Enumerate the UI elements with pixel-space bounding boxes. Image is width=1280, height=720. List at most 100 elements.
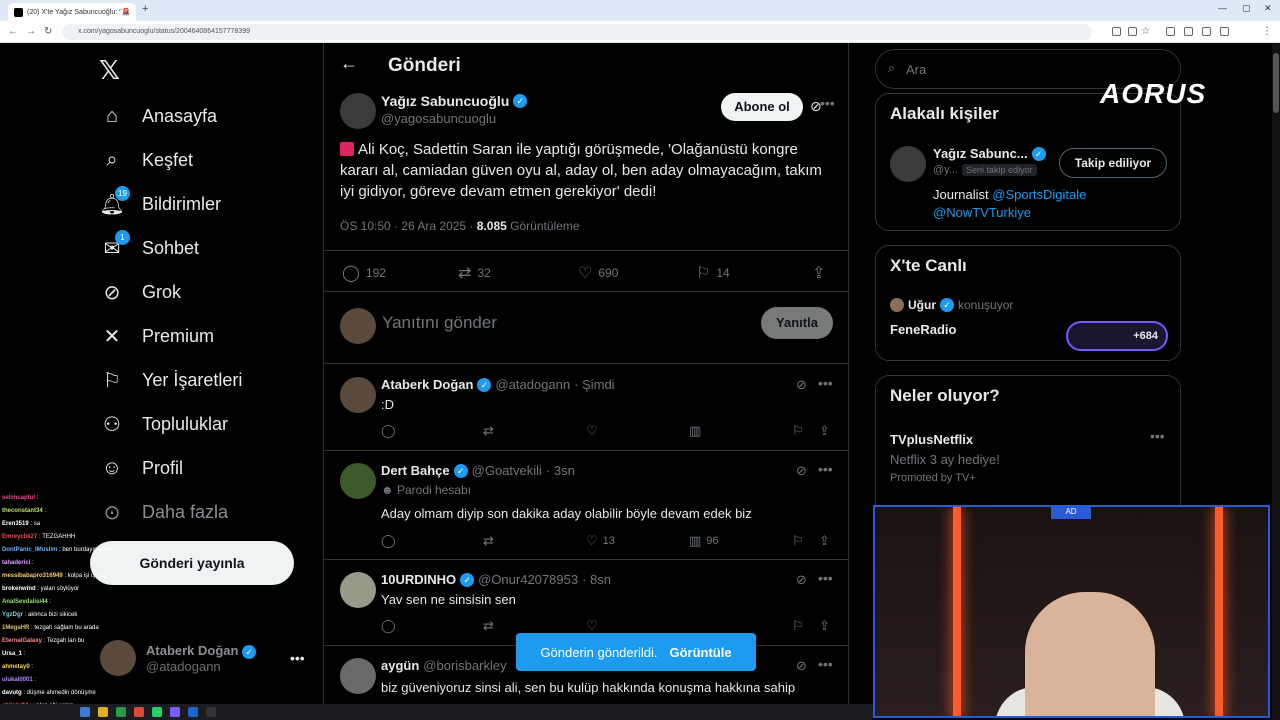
zoom-icon[interactable] [1128, 27, 1137, 36]
nav-item-grok[interactable]: ⊘ Grok [100, 278, 181, 306]
bookmark-icon[interactable]: ⚐ [792, 533, 804, 549]
account-more-icon[interactable]: ••• [290, 650, 305, 666]
live-host[interactable]: Uğur ✓ konuşuyor [890, 298, 1013, 312]
nav-item-profile[interactable]: ☺ Profil [100, 454, 183, 482]
repost-action[interactable]: ⇄ 32 [458, 263, 491, 283]
author-name[interactable]: Yağız Sabuncuoğlu [381, 93, 509, 109]
heart-icon[interactable]: ♡ [586, 618, 598, 634]
grok-icon[interactable]: ⊘ [796, 463, 807, 479]
new-tab-icon[interactable]: + [142, 3, 148, 15]
folder-icon[interactable] [98, 707, 108, 717]
avatar[interactable] [340, 93, 376, 129]
repost-icon[interactable]: ⇄ [483, 423, 494, 439]
related-name[interactable]: Yağız Sabunc... [933, 146, 1028, 161]
close-tab-icon[interactable]: ✕ [123, 8, 130, 17]
grok-icon[interactable]: ⊘ [796, 658, 807, 674]
menu-icon[interactable]: ⋮ [1262, 26, 1272, 37]
extension3-icon[interactable] [1202, 27, 1211, 36]
nav-item-notifications[interactable]: 🔔︎ 19 Bildirimler [99, 186, 221, 218]
grok-icon[interactable]: ⊘ [796, 572, 807, 588]
comment-icon[interactable]: ◯ [381, 533, 396, 549]
live-title[interactable]: FeneRadio [890, 322, 956, 337]
extension-icon[interactable] [1112, 27, 1121, 36]
more-icon[interactable]: ••• [1150, 428, 1165, 444]
app-icon[interactable] [80, 707, 90, 717]
nav-item-messages[interactable]: ✉ 1 Sohbet [100, 230, 199, 262]
reload-icon[interactable]: ↻ [44, 26, 52, 37]
reply-item[interactable]: Dert Bahçe ✓ @Goatvekili · 3sn ⊘ ••• ☻ Paro… [324, 451, 848, 560]
views-action[interactable]: ▥ 96 [689, 533, 719, 549]
reply-item[interactable]: Ataberk Doğan ✓ @atadogann · Şimdi ⊘ ••• :D… [324, 365, 848, 451]
bio-link[interactable]: @SportsDigitale [992, 187, 1086, 202]
bookmark-icon[interactable]: ⚐ [792, 618, 804, 634]
bookmark-action[interactable]: ⚐ 14 [696, 263, 730, 283]
following-button[interactable]: Takip ediliyor [1059, 148, 1167, 178]
reply-action[interactable]: ◯ 192 [342, 263, 386, 283]
repost-icon[interactable]: ⇄ [483, 533, 494, 549]
browser-tab[interactable]: (20) X'te Yağız Sabuncuoğlu: "🚨 ✕ [8, 3, 136, 21]
bio-link[interactable]: @NowTVTurkiye [933, 205, 1031, 220]
reply-button[interactable]: Yanıtla [761, 307, 833, 339]
avatar[interactable] [340, 377, 376, 413]
chat-message: ulukal0001 : [2, 674, 162, 687]
avatar[interactable] [890, 146, 926, 182]
avatar[interactable] [340, 572, 376, 608]
browser-icon[interactable] [134, 707, 144, 717]
whatsapp-icon[interactable] [152, 707, 162, 717]
bookmark-icon[interactable]: ⚐ [792, 423, 804, 439]
sidebar-icon[interactable] [1220, 27, 1229, 36]
app-icon[interactable] [116, 707, 126, 717]
like-action[interactable]: ♡ 690 [578, 263, 618, 283]
star-icon[interactable]: ☆ [1141, 26, 1150, 37]
more-icon[interactable]: ••• [818, 375, 833, 391]
trend-name[interactable]: TVplusNetflix [890, 432, 973, 447]
mask-icon: ☻ [381, 483, 397, 497]
extension2-icon[interactable] [1184, 27, 1193, 36]
back-icon[interactable]: ← [8, 26, 18, 37]
post-time[interactable]: ÖS 10:50 · 26 Ara 2025 · [340, 219, 473, 233]
url-field[interactable]: x.com/yagosabuncuoglu/status/20046408641… [62, 24, 1092, 40]
forward-icon[interactable]: → [26, 26, 36, 37]
app-icon[interactable] [170, 707, 180, 717]
nav-item-label: Profil [142, 457, 184, 478]
subscribe-button[interactable]: Abone ol [721, 93, 803, 121]
share-icon[interactable]: ⇪ [819, 533, 830, 549]
avatar[interactable] [340, 463, 376, 499]
chat-username: DontPanic_IMuslim [2, 547, 58, 553]
nav-item-communities[interactable]: ⚇ Topluluklar [100, 410, 228, 438]
toast-view-link[interactable]: Görüntüle [669, 645, 731, 660]
share-icon[interactable]: ⇪ [819, 618, 830, 634]
maximize-icon[interactable]: ▢ [1242, 3, 1251, 14]
more-icon[interactable]: ••• [820, 95, 835, 111]
obs-icon[interactable] [206, 707, 216, 717]
share-icon[interactable]: ⇪ [819, 423, 830, 439]
avatar[interactable] [340, 658, 376, 694]
live-listeners[interactable]: +684 [1066, 321, 1168, 351]
repost-icon[interactable]: ⇄ [483, 618, 494, 634]
back-arrow-icon[interactable]: ← [340, 53, 358, 74]
comment-icon[interactable]: ◯ [381, 423, 396, 439]
heart-icon[interactable]: ♡ [586, 423, 598, 439]
more-icon[interactable]: ••• [818, 461, 833, 477]
share-action[interactable]: ⇪ [812, 263, 825, 283]
reply-input[interactable]: Yanıtını gönder [382, 313, 497, 333]
author-handle[interactable]: @yagosabuncuoglu [381, 111, 496, 126]
x-logo-icon[interactable]: 𝕏 [99, 55, 120, 86]
steam-icon[interactable] [188, 707, 198, 717]
views-icon[interactable]: ▥ [689, 423, 701, 439]
nav-item-premium[interactable]: ✕ Premium [100, 322, 214, 350]
scroll-thumb[interactable] [1273, 53, 1279, 113]
close-window-icon[interactable]: ✕ [1264, 3, 1272, 14]
more-icon[interactable]: ••• [818, 656, 833, 672]
nav-item-explore[interactable]: ⌕ Keşfet [100, 146, 193, 174]
more-icon[interactable]: ••• [818, 570, 833, 586]
grok-icon[interactable]: ⊘ [796, 377, 807, 393]
nav-item-bookmarks[interactable]: ⚐ Yer İşaretleri [100, 366, 242, 394]
scrollbar[interactable] [1272, 43, 1280, 720]
screenshot-icon[interactable] [1166, 27, 1175, 36]
like-action[interactable]: ♡ 13 [586, 533, 615, 549]
nav-item-home[interactable]: ⌂ Anasayfa [100, 102, 217, 130]
chat-text: : [32, 677, 37, 683]
comment-icon[interactable]: ◯ [381, 618, 396, 634]
minimize-icon[interactable]: — [1218, 3, 1227, 13]
